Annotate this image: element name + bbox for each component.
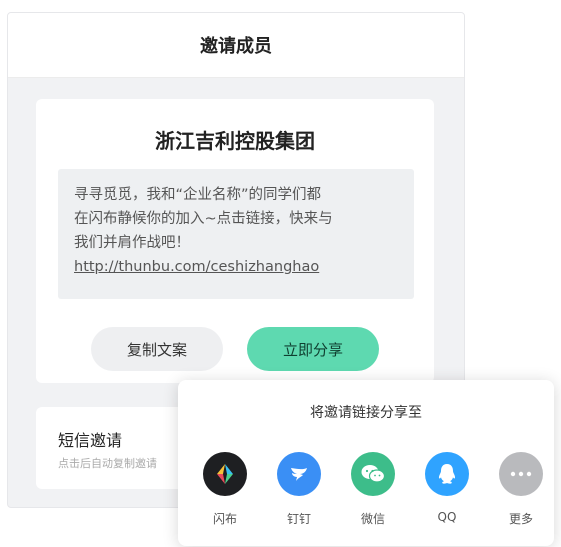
message-line: 在闪布静候你的加入~点击链接，快来与 <box>74 211 333 227</box>
share-target-label: 闪布 <box>212 512 237 526</box>
invite-link[interactable]: http://thunbu.com/ceshizhanghao <box>74 255 398 279</box>
share-target-dingtalk[interactable]: 钉钉 <box>270 452 328 527</box>
wechat-icon <box>351 452 395 496</box>
qq-icon <box>425 452 469 496</box>
share-target-label: 更多 <box>508 512 533 526</box>
share-target-label: 钉钉 <box>286 512 311 526</box>
invite-message: 寻寻觅觅，我和“企业名称”的同学们都 在闪布静候你的加入~点击链接，快来与 我们… <box>58 169 414 299</box>
invite-card: 浙江吉利控股集团 寻寻觅觅，我和“企业名称”的同学们都 在闪布静候你的加入~点击… <box>36 99 434 383</box>
message-line: 寻寻觅觅，我和“企业名称”的同学们都 <box>74 187 322 203</box>
sms-invite-subtitle: 点击后自动复制邀请 <box>58 457 157 470</box>
sms-invite-title: 短信邀请 <box>58 431 123 450</box>
page-title: 邀请成员 <box>8 13 464 78</box>
shanbu-icon <box>203 452 247 496</box>
share-now-button[interactable]: 立即分享 <box>247 327 379 371</box>
org-name: 浙江吉利控股集团 <box>155 129 315 153</box>
message-line: 我们并肩作战吧！ <box>74 235 190 251</box>
dingtalk-icon <box>277 452 321 496</box>
share-sheet: 将邀请链接分享至 闪布 钉钉 微信 QQ 更多 <box>178 380 554 546</box>
copy-text-button[interactable]: 复制文案 <box>91 327 223 371</box>
share-target-shanbu[interactable]: 闪布 <box>196 452 254 527</box>
share-target-qq[interactable]: QQ <box>418 452 476 524</box>
more-icon <box>499 452 543 496</box>
share-sheet-title: 将邀请链接分享至 <box>310 405 422 421</box>
share-target-wechat[interactable]: 微信 <box>344 452 402 527</box>
share-target-more[interactable]: 更多 <box>492 452 550 527</box>
share-target-label: 微信 <box>360 512 385 526</box>
share-target-label: QQ <box>437 510 457 524</box>
